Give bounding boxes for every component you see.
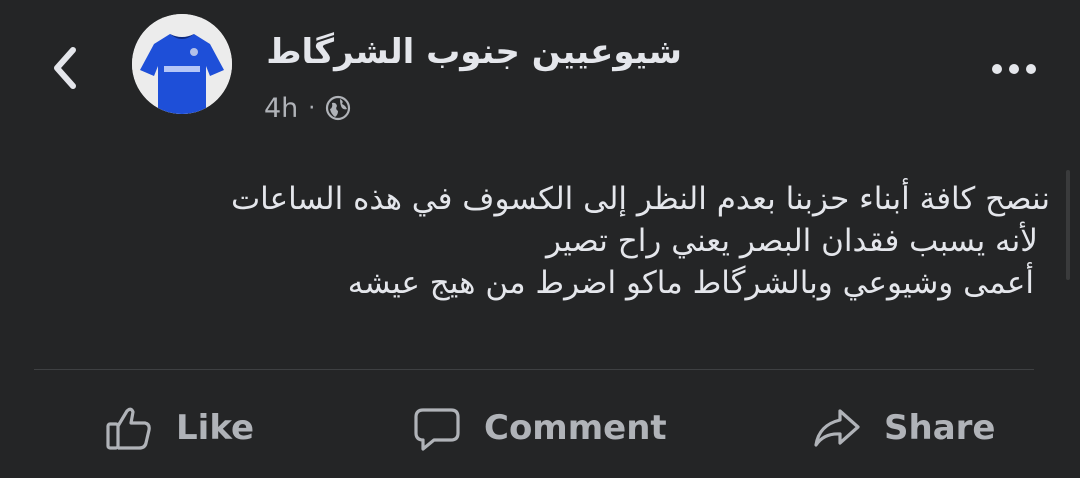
avatar[interactable]: [132, 14, 232, 114]
more-horizontal-icon: [992, 64, 1036, 74]
share-label: Share: [884, 408, 996, 448]
comment-button[interactable]: Comment: [412, 398, 667, 458]
back-button[interactable]: [42, 42, 86, 94]
post-body: ننصح كافة أبناء حزبنا بعدم النظر إلى الك…: [30, 178, 1050, 346]
like-button[interactable]: Like: [104, 398, 254, 458]
post-text-line: لأنه يسبب فقدان البصر يعني راح تصير: [545, 223, 1038, 259]
meta-separator: ·: [308, 95, 316, 121]
thumbs-up-icon: [106, 407, 151, 450]
globe-icon: [326, 95, 351, 121]
chevron-left-icon: [54, 47, 76, 89]
post-meta: 4h ·: [264, 88, 351, 128]
more-options-button[interactable]: [986, 52, 1042, 86]
share-arrow-icon: [814, 409, 860, 447]
post-time[interactable]: 4h: [264, 93, 298, 124]
page-name[interactable]: شيوعيين جنوب الشرگاط: [252, 30, 682, 74]
share-button[interactable]: Share: [812, 398, 995, 458]
comment-label: Comment: [484, 408, 667, 448]
like-label: Like: [176, 408, 255, 448]
actions-divider: [34, 369, 1034, 370]
post-text-line: ننصح كافة أبناء حزبنا بعدم النظر إلى الك…: [230, 181, 1050, 217]
scrollbar-thumb[interactable]: [1066, 170, 1070, 280]
speech-bubble-icon: [414, 408, 460, 451]
jersey-avatar-image: [132, 14, 232, 114]
post-text-line: أعمى وشيوعي وبالشرگاط ماكو اضرط من هيج ع…: [347, 265, 1034, 301]
